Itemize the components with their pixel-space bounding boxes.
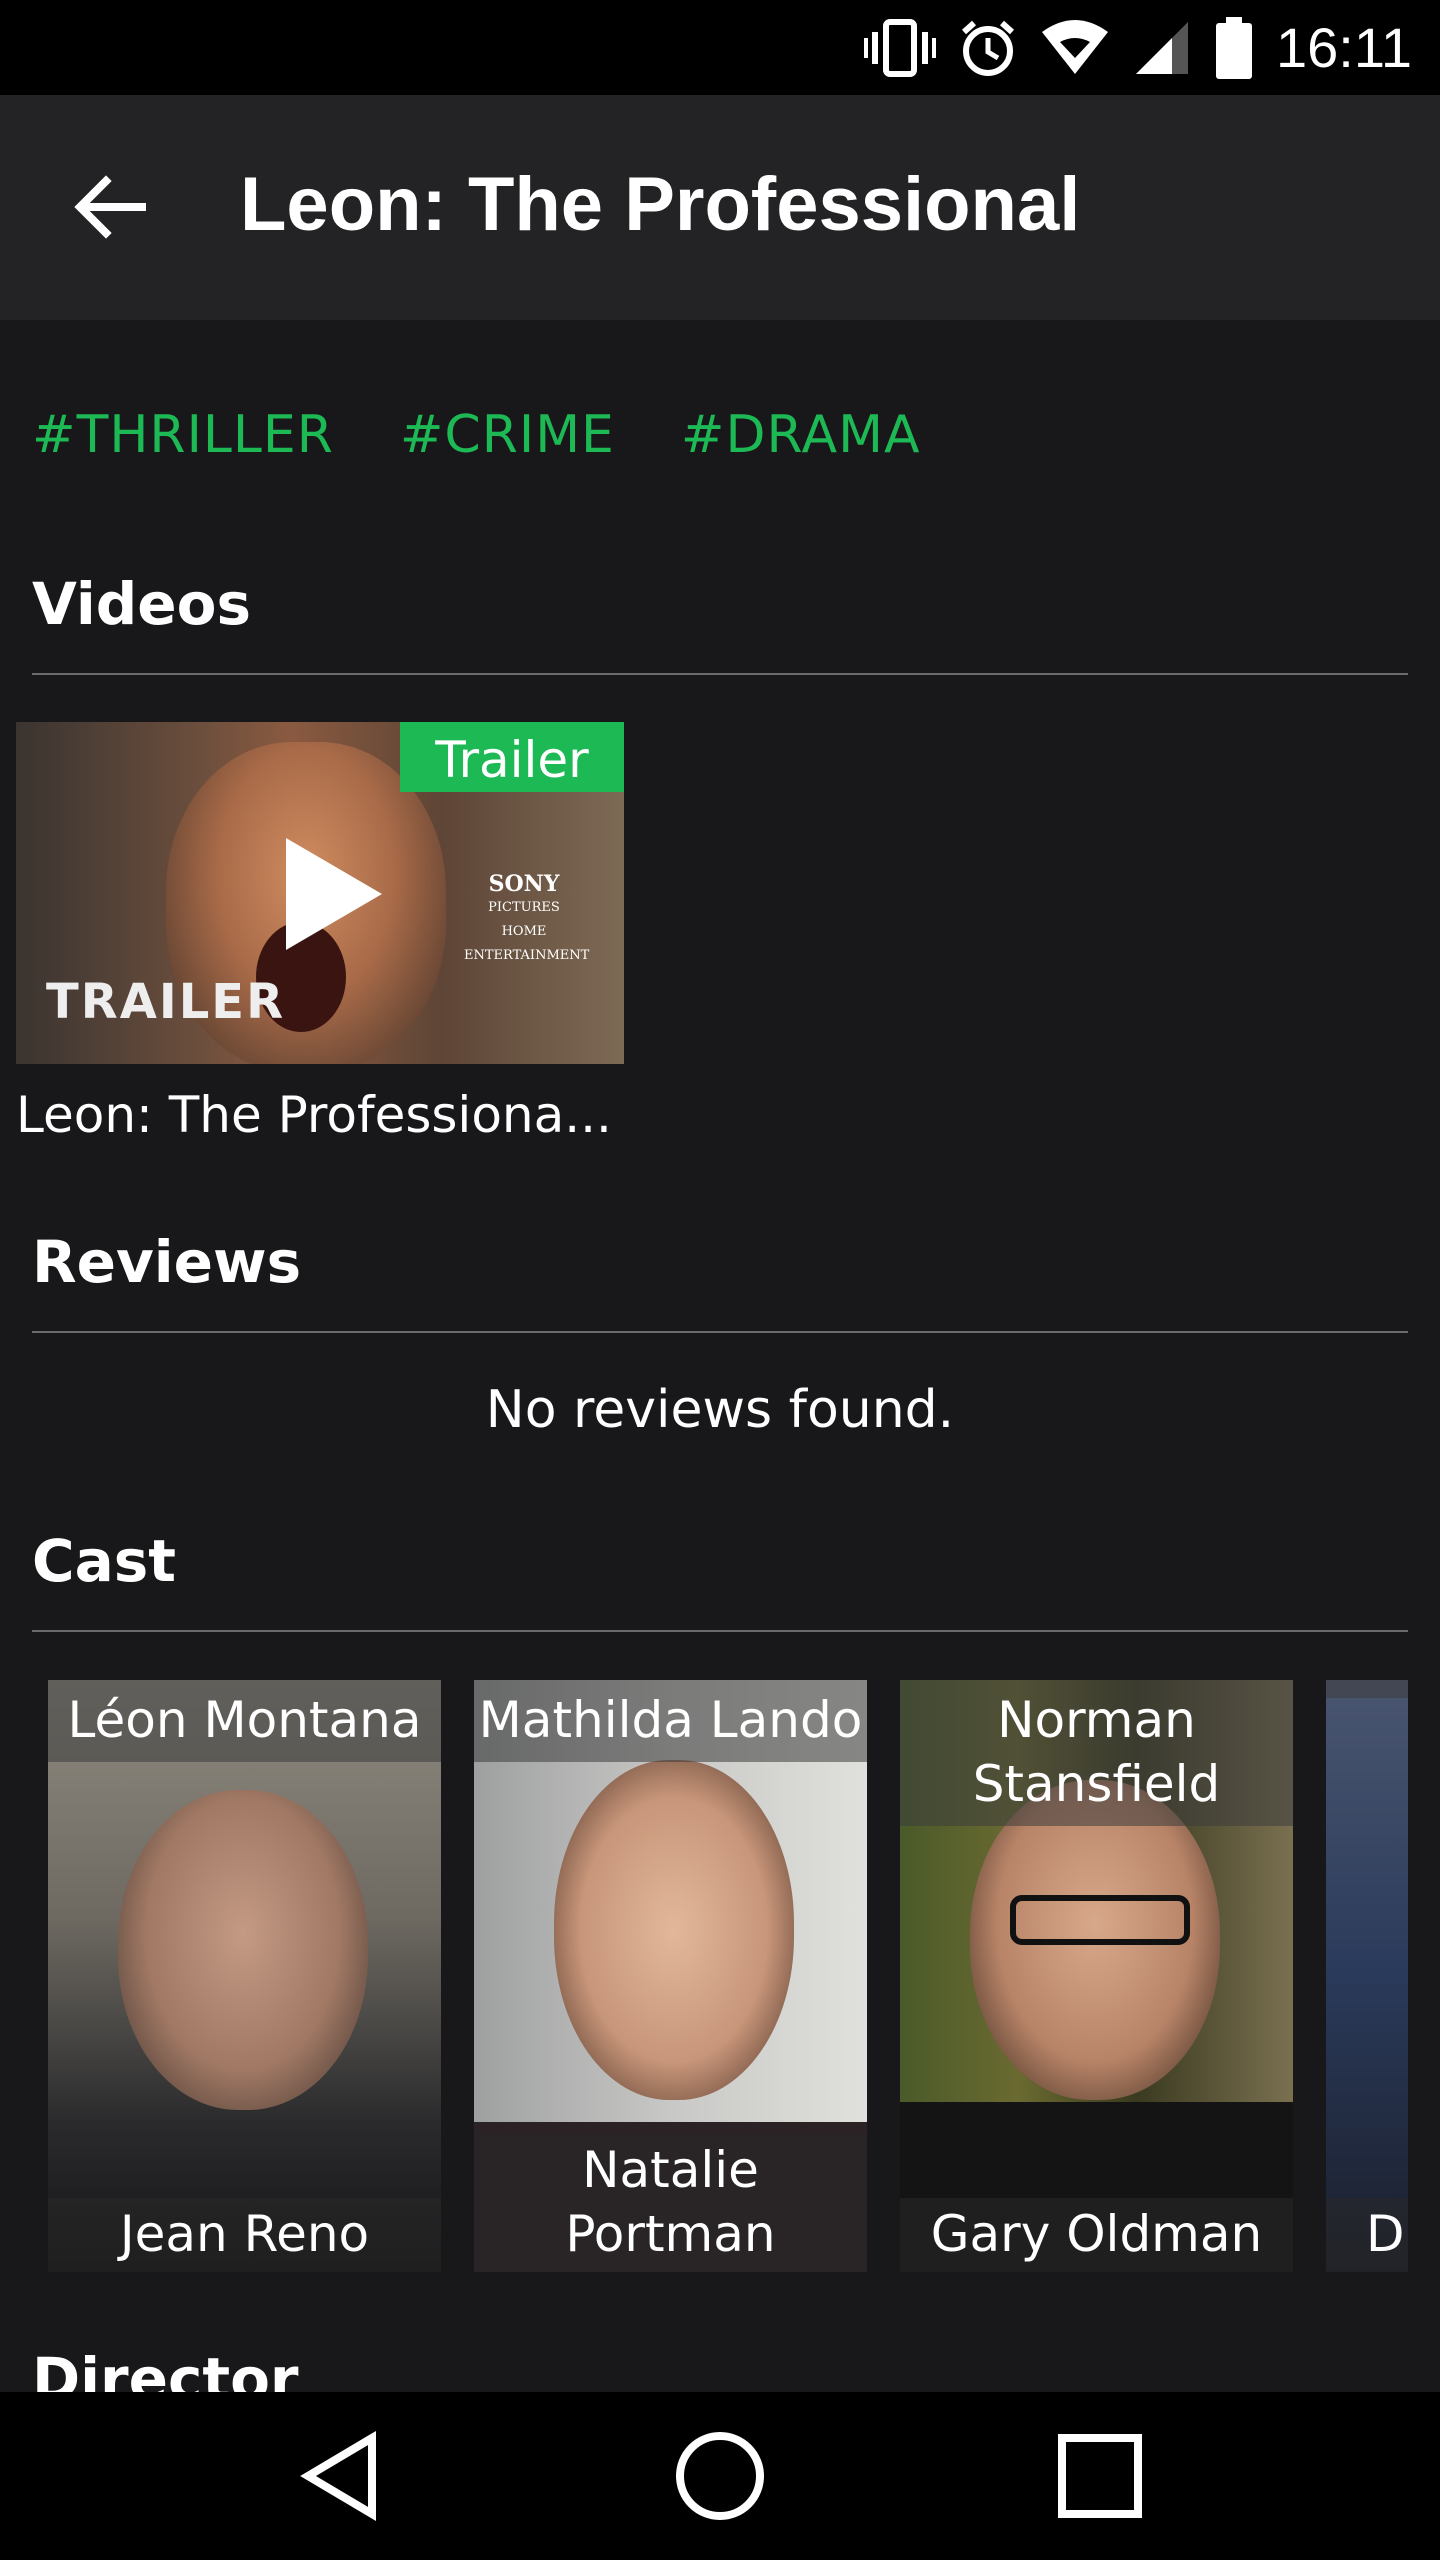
reviews-divider (32, 1331, 1408, 1333)
cast-role: Léon Montana (48, 1680, 441, 1762)
cast-actor: D (1326, 2198, 1408, 2272)
cast-header: Cast (32, 1527, 176, 1595)
battery-icon (1214, 16, 1254, 79)
wifi-icon (1040, 18, 1110, 78)
genre-tags: #THRILLER #CRIME #DRAMA (32, 395, 921, 475)
cast-actor: Natalie Portman (474, 2134, 867, 2272)
cast-role: Mathilda Lando (474, 1680, 867, 1762)
home-circle-icon (676, 2432, 764, 2520)
videos-divider (32, 673, 1408, 675)
cast-card-jean-reno[interactable]: Léon Montana Jean Reno (48, 1680, 441, 2272)
sony-logo: SONY PICTURES HOME ENTERTAINMENT (464, 871, 590, 968)
cast-card-gary-oldman[interactable]: Norman Stansfield Gary Oldman (900, 1680, 1293, 2272)
sony-logo-sub3: ENTERTAINMENT (464, 948, 590, 963)
cast-actor: Jean Reno (48, 2198, 441, 2272)
vibrate-icon (864, 18, 937, 78)
arrow-left-icon (74, 175, 146, 239)
status-icons: 16:11 (864, 0, 1412, 95)
cast-photo (48, 1680, 441, 2272)
status-bar: 16:11 (0, 0, 1440, 95)
back-button[interactable] (70, 167, 150, 247)
recents-square-icon (1058, 2434, 1142, 2518)
video-title: Leon: The Professiona... (16, 1086, 612, 1144)
nav-back-button[interactable] (290, 2426, 390, 2526)
cast-photo (1326, 1680, 1408, 2272)
sony-logo-sub1: PICTURES (488, 900, 560, 915)
cast-card-natalie-portman[interactable]: Mathilda Lando Natalie Portman (474, 1680, 867, 2272)
system-nav-bar (0, 2392, 1440, 2560)
cast-list[interactable]: Léon Montana Jean Reno Mathilda Lando Na… (48, 1680, 1408, 2272)
thumbnail-trailer-text: TRAILER (46, 974, 286, 1030)
video-card[interactable]: TRAILER SONY PICTURES HOME ENTERTAINMENT… (16, 722, 624, 1144)
signal-icon (1132, 18, 1192, 78)
app-bar: Leon: The Professional (0, 95, 1440, 320)
page-title: Leon: The Professional (240, 162, 1081, 247)
back-triangle-icon (300, 2430, 376, 2522)
nav-home-button[interactable] (670, 2426, 770, 2526)
no-reviews-text: No reviews found. (485, 1380, 955, 1440)
genre-tag-drama[interactable]: #DRAMA (681, 395, 921, 475)
video-thumbnail[interactable]: TRAILER SONY PICTURES HOME ENTERTAINMENT… (16, 722, 624, 1064)
cast-role (1326, 1680, 1408, 1698)
video-type-badge: Trailer (400, 722, 624, 792)
cast-divider (32, 1630, 1408, 1632)
sony-logo-text: SONY (488, 871, 560, 897)
cast-actor: Gary Oldman (900, 2198, 1293, 2272)
videos-header: Videos (32, 570, 251, 638)
reviews-header: Reviews (32, 1228, 302, 1296)
alarm-icon (958, 18, 1018, 78)
play-icon[interactable] (286, 838, 382, 950)
status-time: 16:11 (1276, 16, 1412, 79)
genre-tag-thriller[interactable]: #THRILLER (32, 395, 334, 475)
cast-card-partial[interactable]: D (1326, 1680, 1408, 2272)
nav-recents-button[interactable] (1050, 2426, 1150, 2526)
genre-tag-crime[interactable]: #CRIME (400, 395, 615, 475)
sony-logo-sub2: HOME (501, 924, 547, 939)
cast-role: Norman Stansfield (900, 1680, 1293, 1826)
